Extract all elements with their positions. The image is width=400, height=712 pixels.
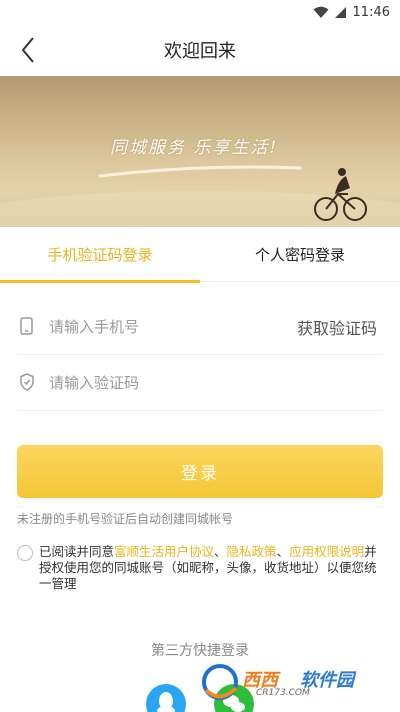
agreement-sep-2: 、 xyxy=(276,544,290,559)
code-field-row xyxy=(17,355,383,411)
title-bar: 欢迎回来 xyxy=(0,24,400,76)
tab-sms-login[interactable]: 手机验证码登录 xyxy=(0,227,200,283)
phone-input[interactable] xyxy=(49,316,269,338)
login-button-label: 登录 xyxy=(181,464,219,484)
phone-field-row: 获取验证码 xyxy=(17,299,383,355)
banner-slogan: 同城服务 乐享生活! xyxy=(110,138,279,158)
tab-active-indicator xyxy=(0,280,200,283)
signal-icon xyxy=(334,6,346,18)
third-party-title: 第三方快捷登录 xyxy=(151,643,249,659)
user-agreement-link[interactable]: 富顺生活用户协议 xyxy=(114,544,214,559)
tab-password-login[interactable]: 个人密码登录 xyxy=(200,227,400,282)
page-title: 欢迎回来 xyxy=(164,41,236,62)
qq-glyph-icon xyxy=(157,692,175,712)
login-tabs: 手机验证码登录 个人密码登录 xyxy=(0,227,400,283)
register-hint: 未注册的手机号验证后自动创建同城帐号 xyxy=(17,512,234,526)
agreement-text: 已阅读并同意富顺生活用户协议、隐私政策、应用权限说明并授权使用您的同城账号（如昵… xyxy=(39,544,383,592)
banner-image: 同城服务 乐享生活! xyxy=(0,76,400,227)
status-bar: 11:46 xyxy=(0,0,400,24)
tab-sms-login-label: 手机验证码登录 xyxy=(47,246,153,264)
privacy-policy-link[interactable]: 隐私政策 xyxy=(227,544,277,559)
phone-icon xyxy=(20,317,33,335)
agreement-prefix: 已阅读并同意 xyxy=(39,544,115,559)
tab-password-login-label: 个人密码登录 xyxy=(254,246,345,264)
shield-icon xyxy=(20,373,34,391)
status-icons: 11:46 xyxy=(313,3,390,21)
code-input[interactable] xyxy=(49,372,269,394)
agreement-sep-1: 、 xyxy=(214,544,227,559)
login-button[interactable]: 登录 xyxy=(17,445,383,498)
watermark-swirl-icon xyxy=(202,664,238,700)
watermark-logo: 西西 软件园 CR173.COM xyxy=(196,660,382,704)
status-time: 11:46 xyxy=(352,4,390,20)
watermark-sub: CR173.COM xyxy=(256,688,310,698)
agreement-checkbox[interactable] xyxy=(17,545,33,561)
qq-icon[interactable] xyxy=(146,684,186,712)
permissions-link[interactable]: 应用权限说明 xyxy=(289,544,364,559)
get-code-button[interactable]: 获取验证码 xyxy=(297,315,377,339)
wifi-icon xyxy=(313,6,329,18)
